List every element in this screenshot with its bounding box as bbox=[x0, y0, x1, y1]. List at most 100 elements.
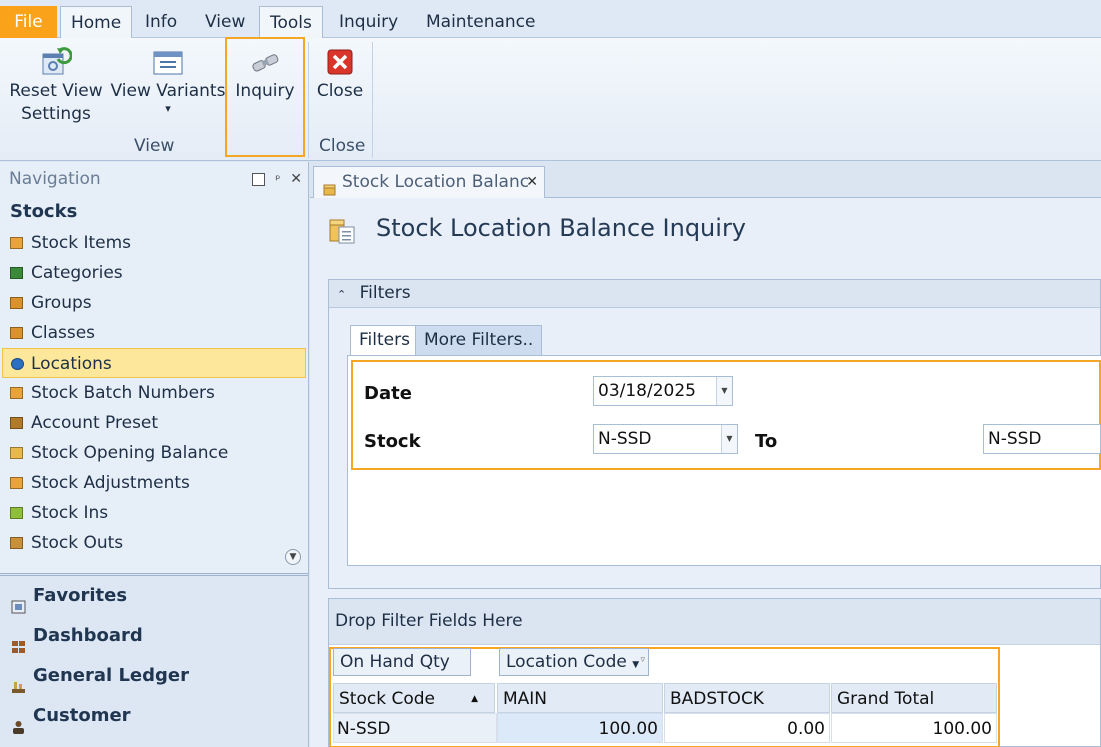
nav-item-groups[interactable]: Groups bbox=[0, 288, 308, 318]
date-field[interactable]: 03/18/2025 ▼ bbox=[593, 376, 733, 406]
navigation-header: Navigation ᵖ ✕ bbox=[0, 162, 308, 196]
tab-tools[interactable]: Tools bbox=[259, 6, 323, 39]
nav-item-stock-items[interactable]: Stock Items bbox=[0, 228, 308, 258]
document-tab-strip: Stock Location Balanc ✕ bbox=[310, 162, 1101, 198]
document-tab-stock-location-balance[interactable]: Stock Location Balanc ✕ bbox=[313, 166, 545, 198]
tab-info[interactable]: Info bbox=[135, 6, 187, 38]
stock-to-field[interactable]: N-SSD bbox=[983, 424, 1101, 454]
close-button[interactable]: Close bbox=[314, 46, 366, 103]
nav-group-label: Dashboard bbox=[33, 625, 143, 646]
cell-main[interactable]: 100.00 bbox=[497, 713, 663, 743]
reset-view-icon bbox=[40, 46, 73, 78]
nav-section-stocks: Stocks bbox=[10, 201, 78, 222]
view-variants-button[interactable]: View Variants ▾ bbox=[110, 46, 226, 115]
filters-body: Date 03/18/2025 ▼ Stock N-SSD ▼ To N-SSD bbox=[347, 355, 1101, 566]
boxes-icon bbox=[10, 297, 23, 309]
nav-item-stock-ins[interactable]: Stock Ins bbox=[0, 498, 308, 528]
navigation-title: Navigation bbox=[9, 169, 101, 189]
boxes-icon bbox=[10, 327, 23, 339]
nav-item-label: Stock Outs bbox=[31, 533, 124, 553]
pivot-grid: Drop Filter Fields Here On Hand Qty Loca… bbox=[328, 598, 1101, 747]
tab-maintenance[interactable]: Maintenance bbox=[416, 6, 545, 38]
nav-item-locations[interactable]: Locations bbox=[2, 348, 306, 378]
ribbon: Reset View Settings View Variants ▾ Inqu… bbox=[0, 38, 1101, 161]
nav-group-dashboard[interactable]: Dashboard bbox=[0, 616, 308, 656]
group-separator bbox=[308, 42, 309, 158]
column-header-badstock[interactable]: BADSTOCK bbox=[664, 683, 830, 713]
nav-item-label: Locations bbox=[31, 354, 112, 374]
row-field-stock-code[interactable]: Stock Code ▲ bbox=[333, 683, 495, 713]
tab-more-filters[interactable]: More Filters.. bbox=[415, 325, 543, 355]
sort-ascending-icon: ▲ bbox=[471, 694, 478, 704]
dashboard-icon bbox=[11, 629, 26, 653]
filters-panel: ⌃ Filters Filters More Filters.. Date 03… bbox=[328, 279, 1101, 589]
chevron-down-icon[interactable]: ▼ bbox=[716, 377, 732, 405]
stock-to-value: N-SSD bbox=[988, 429, 1042, 449]
close-pane-icon[interactable]: ✕ bbox=[290, 171, 302, 187]
column-header-grand-total[interactable]: Grand Total bbox=[831, 683, 997, 713]
data-field-on-hand-qty[interactable]: On Hand Qty bbox=[333, 648, 471, 676]
tab-file[interactable]: File bbox=[0, 6, 57, 38]
tab-filters[interactable]: Filters bbox=[350, 325, 419, 355]
cell-grand-total[interactable]: 100.00 bbox=[831, 713, 997, 743]
nav-item-label: Stock Adjustments bbox=[31, 473, 190, 493]
menu-bar: File Home Info View Tools Inquiry Mainte… bbox=[0, 0, 1101, 39]
close-label: Close bbox=[316, 81, 364, 101]
close-icon bbox=[324, 46, 356, 78]
to-label: To bbox=[755, 431, 778, 452]
cell-badstock[interactable]: 0.00 bbox=[664, 713, 830, 743]
box-icon bbox=[323, 176, 336, 196]
stock-code-label: Stock Code bbox=[339, 689, 435, 709]
reset-view-label-1: Reset View bbox=[9, 81, 103, 101]
preset-icon bbox=[10, 417, 23, 429]
tab-view[interactable]: View bbox=[195, 6, 255, 38]
nav-item-stock-opening-balance[interactable]: Stock Opening Balance bbox=[0, 438, 308, 468]
stock-from-field[interactable]: N-SSD ▼ bbox=[593, 424, 738, 454]
nav-item-categories[interactable]: Categories bbox=[0, 258, 308, 288]
nav-item-stock-batch-numbers[interactable]: Stock Batch Numbers bbox=[0, 378, 308, 408]
reset-view-settings-button[interactable]: Reset View Settings bbox=[6, 46, 106, 126]
customer-icon bbox=[11, 709, 26, 734]
nav-item-label: Account Preset bbox=[31, 413, 159, 433]
stock-boxes-icon bbox=[328, 217, 358, 245]
highlight-inquiry bbox=[225, 37, 305, 157]
globe-icon bbox=[11, 358, 24, 370]
row-header-stock-code[interactable]: N-SSD bbox=[333, 713, 497, 743]
chevron-down-icon[interactable]: ▼ bbox=[721, 425, 737, 453]
nav-item-account-preset[interactable]: Account Preset bbox=[0, 408, 308, 438]
nav-item-stock-adjustments[interactable]: Stock Adjustments bbox=[0, 468, 308, 498]
filter-icon[interactable]: ▿ bbox=[640, 647, 645, 673]
date-label: Date bbox=[364, 383, 412, 404]
drop-filter-area[interactable]: Drop Filter Fields Here bbox=[329, 599, 1100, 645]
navigation-controls: ᵖ ✕ bbox=[252, 162, 302, 196]
chevron-down-icon: ▾ bbox=[165, 102, 171, 115]
nav-item-label: Stock Opening Balance bbox=[31, 443, 229, 463]
nav-group-label: General Ledger bbox=[33, 665, 189, 686]
tab-home[interactable]: Home bbox=[60, 6, 133, 39]
close-tab-icon[interactable]: ✕ bbox=[526, 167, 538, 197]
nav-item-label: Groups bbox=[31, 293, 92, 313]
box-out-icon bbox=[10, 537, 23, 549]
page-title: Stock Location Balance Inquiry bbox=[376, 214, 747, 242]
nav-group-favorites[interactable]: Favorites bbox=[0, 576, 308, 616]
pin-icon[interactable]: ᵖ bbox=[275, 172, 280, 186]
nav-item-classes[interactable]: Classes bbox=[0, 318, 308, 348]
scroll-down-icon[interactable]: ▼ bbox=[285, 549, 301, 565]
box-in-icon bbox=[10, 507, 23, 519]
nav-item-stock-outs[interactable]: Stock Outs bbox=[0, 528, 308, 558]
nav-group-label: Favorites bbox=[33, 585, 128, 606]
nav-items: Stock Items Categories Groups Classes Lo… bbox=[0, 228, 308, 558]
chevron-down-icon: ▼ bbox=[632, 660, 640, 670]
nav-group-general-ledger[interactable]: General Ledger bbox=[0, 656, 308, 696]
nav-item-label: Stock Batch Numbers bbox=[31, 383, 215, 403]
window-icon bbox=[152, 46, 184, 78]
nav-group-customer[interactable]: Customer bbox=[0, 696, 308, 736]
pane-options-icon[interactable] bbox=[252, 173, 266, 186]
content-area: Stock Location Balance Inquiry ⌃ Filters… bbox=[310, 198, 1101, 747]
tab-inquiry[interactable]: Inquiry bbox=[329, 6, 408, 38]
column-header-main[interactable]: MAIN bbox=[497, 683, 663, 713]
filters-panel-header[interactable]: ⌃ Filters bbox=[329, 280, 1100, 308]
column-field-location-code[interactable]: Location Code ▼ ▿ bbox=[499, 648, 649, 676]
nav-item-label: Stock Ins bbox=[31, 503, 109, 523]
box-icon bbox=[10, 387, 23, 399]
